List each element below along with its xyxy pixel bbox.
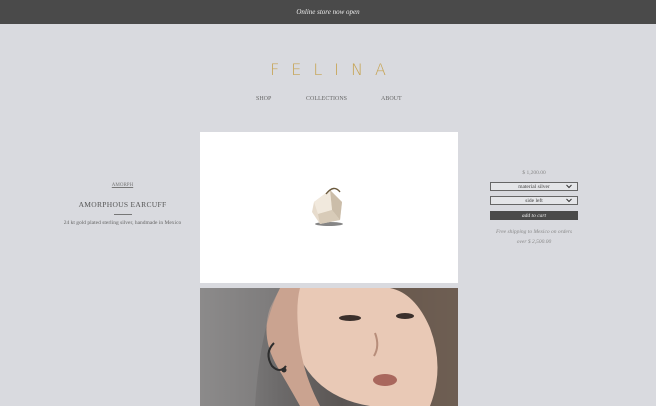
announcement-bar: Online store now open [0, 0, 656, 24]
material-select-value: material silver [518, 183, 550, 190]
breadcrumb[interactable]: AMORPH [40, 183, 205, 188]
nav-about[interactable]: ABOUT [381, 96, 402, 102]
announcement-text: Online store now open [296, 8, 360, 16]
shipping-line-1: Free shipping to Mexico on orders [495, 229, 573, 235]
product-description: 24 kt gold plated sterling silver, handm… [63, 220, 182, 226]
side-select-value: side left [525, 197, 543, 204]
model-portrait-image[interactable] [200, 288, 458, 406]
product-info: AMORPH AMORPHOUS EARCUFF 24 kt gold plat… [40, 183, 205, 226]
main-nav: SHOP COLLECTIONS ABOUT [0, 96, 656, 106]
add-to-cart-button[interactable]: add to cart [490, 211, 578, 220]
title-divider [113, 214, 132, 215]
nav-collections[interactable]: COLLECTIONS [306, 96, 347, 102]
material-select[interactable]: material silver [490, 182, 578, 191]
chevron-down-icon [566, 198, 572, 203]
nav-shop[interactable]: SHOP [256, 96, 271, 102]
product-price: $ 1,200.00 [522, 170, 546, 176]
product-title: AMORPHOUS EARCUFF [78, 200, 167, 209]
side-select[interactable]: side left [490, 196, 578, 205]
purchase-panel: $ 1,200.00 material silver side left add… [490, 170, 578, 247]
shipping-note: Free shipping to Mexico on orders over $… [490, 227, 578, 247]
shipping-line-2: over $ 2,500.00 [516, 239, 552, 245]
product-image[interactable] [200, 132, 458, 283]
chevron-down-icon [566, 184, 572, 189]
earcuff-photo [304, 182, 350, 230]
brand-logo[interactable]: FELINA [0, 60, 656, 79]
